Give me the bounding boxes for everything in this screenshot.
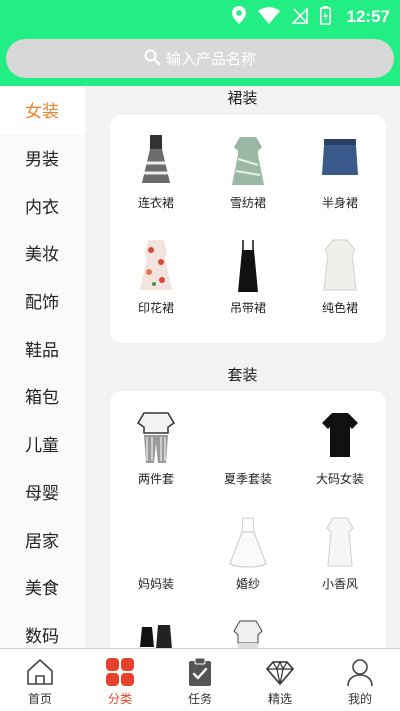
tab-featured[interactable]: 精选 [240, 649, 320, 711]
category-content: 裙装 连衣裙 雪纺裙 半身裙 印花裙 吊带裙 纯色裙 套装 两件套 夏季套装 大… [85, 86, 400, 648]
product-label: 两件套 [137, 472, 174, 486]
tab-label: 我的 [347, 692, 372, 706]
chiffon-dress-image [232, 137, 264, 185]
product-cell[interactable]: 吊带裙 [202, 220, 294, 315]
product-cell[interactable]: 雪纺裙 [202, 115, 294, 210]
status-time: 12:57 [346, 7, 390, 26]
product-cell[interactable]: 婚纱 [202, 496, 294, 591]
tab-category[interactable]: 分类 [80, 649, 160, 711]
product-cell[interactable]: 妈妈装 [110, 496, 202, 591]
user-icon [347, 659, 373, 687]
no-sim-icon [290, 6, 308, 28]
product-cell[interactable]: 纯色裙 [294, 220, 386, 315]
product-label: 吊带裙 [229, 301, 266, 315]
battery-icon [319, 5, 331, 29]
wifi-icon [257, 6, 280, 28]
slip-dress-image [238, 240, 258, 292]
two-piece-set-image [136, 412, 176, 463]
sidebar-item-accessories[interactable]: 配饰 [0, 277, 85, 325]
product-label: 婚纱 [235, 577, 260, 591]
product-label: 小香风 [321, 577, 358, 591]
product-label: 夏季套装 [223, 472, 272, 486]
category-sidebar: 女装 男装 内衣 美妆 配饰 鞋品 箱包 儿童 母婴 居家 美食 数码 [0, 86, 85, 648]
section-card-skirts: 连衣裙 雪纺裙 半身裙 印花裙 吊带裙 纯色裙 [110, 115, 386, 343]
tab-home[interactable]: 首页 [0, 649, 80, 711]
tab-label: 任务 [187, 692, 212, 706]
product-label: 雪纺裙 [229, 196, 266, 210]
search-bar[interactable]: 输入产品名称 [6, 39, 394, 78]
section-card-sets: 两件套 夏季套装 大码女装 妈妈装 婚纱 小香风 [110, 391, 386, 648]
product-cell[interactable]: 印花裙 [110, 220, 202, 315]
product-cell[interactable]: 夏季套装 [202, 391, 294, 486]
plain-dress-image [323, 239, 357, 291]
dress-image [142, 135, 170, 183]
product-cell[interactable]: 大码女装 [294, 391, 386, 486]
search-icon [144, 49, 161, 69]
task-icon [189, 657, 211, 686]
tab-label: 精选 [267, 692, 292, 706]
header: 12:57 输入产品名称 [0, 0, 400, 86]
sidebar-item-kids[interactable]: 儿童 [0, 420, 85, 468]
product-label: 印花裙 [137, 301, 174, 315]
wedding-dress-image [229, 517, 267, 568]
product-cell[interactable]: 两件套 [110, 391, 202, 486]
category-icon [106, 658, 134, 686]
sidebar-item-bags[interactable]: 箱包 [0, 372, 85, 420]
product-label: 连衣裙 [137, 196, 174, 210]
sidebar-item-shoes[interactable]: 鞋品 [0, 324, 85, 372]
sidebar-item-men[interactable]: 男装 [0, 134, 85, 182]
sidebar-item-home[interactable]: 居家 [0, 515, 85, 563]
section-title-skirts: 裙装 [227, 89, 258, 107]
product-label: 纯色裙 [321, 301, 358, 315]
home-icon [27, 659, 53, 685]
sidebar-item-digital[interactable]: 数码 [0, 611, 85, 648]
tab-label: 首页 [27, 692, 52, 706]
status-bar: 12:57 [231, 5, 390, 29]
sidebar-item-beauty[interactable]: 美妆 [0, 229, 85, 277]
sidebar-item-underwear[interactable]: 内衣 [0, 181, 85, 229]
tab-label: 分类 [107, 692, 132, 706]
sidebar-item-women[interactable]: 女装 [0, 86, 85, 134]
section-title-sets: 套装 [227, 366, 258, 384]
search-placeholder: 输入产品名称 [165, 50, 256, 68]
plus-size-top-image [322, 413, 358, 457]
sidebar-item-food[interactable]: 美食 [0, 563, 85, 611]
print-dress-image [140, 240, 172, 290]
product-cell[interactable]: 小香风 [294, 496, 386, 591]
tab-mine[interactable]: 我的 [320, 649, 400, 711]
product-label: 妈妈装 [137, 577, 174, 591]
diamond-icon [266, 660, 294, 685]
product-label: 大码女装 [315, 472, 364, 486]
black-outfit-image [140, 625, 172, 648]
chanel-style-image [326, 517, 354, 567]
product-label: 半身裙 [321, 196, 358, 210]
sidebar-item-baby[interactable]: 母婴 [0, 468, 85, 516]
product-cell[interactable]: 半身裙 [294, 115, 386, 210]
bottom-tab-bar: 首页 分类 任务 精选 我的 [0, 648, 400, 711]
location-icon [231, 6, 246, 28]
tab-tasks[interactable]: 任务 [160, 649, 240, 711]
skirt-image [322, 139, 358, 175]
print-outfit-image [233, 620, 263, 648]
product-cell[interactable]: 连衣裙 [110, 115, 202, 210]
